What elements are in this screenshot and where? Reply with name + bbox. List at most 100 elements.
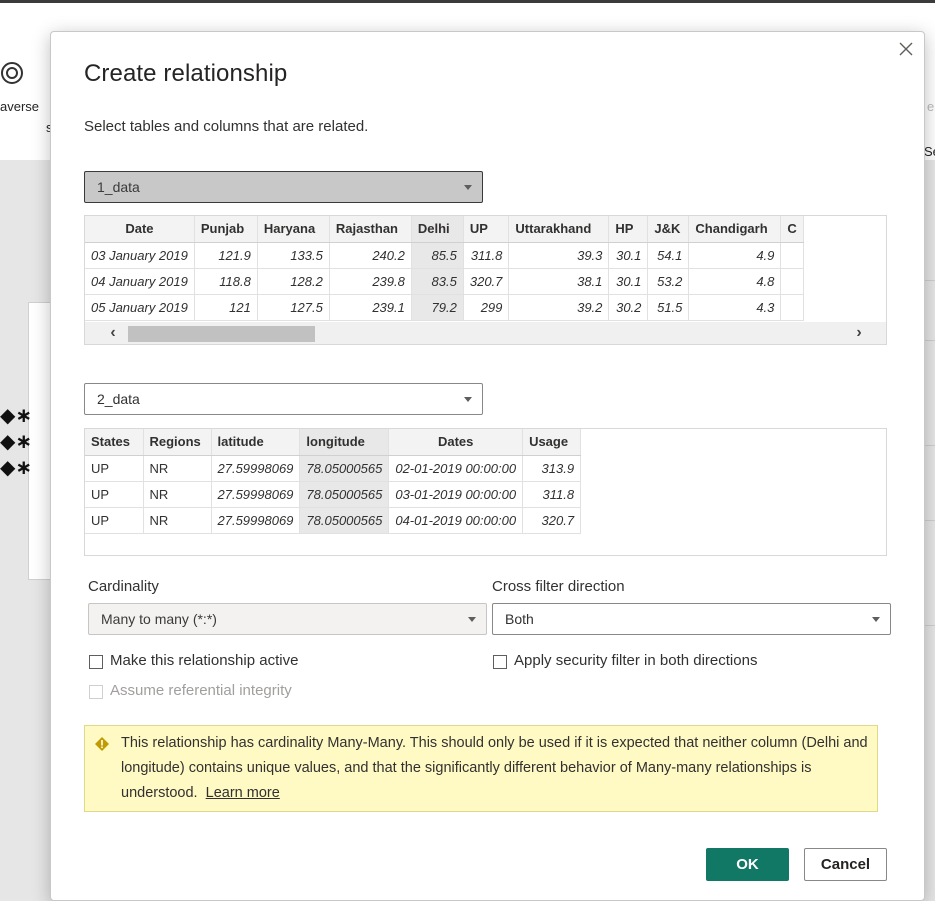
divider: [925, 340, 935, 341]
close-icon[interactable]: [896, 39, 916, 59]
chevron-down-icon: [464, 397, 472, 402]
table-cell: 03 January 2019: [85, 242, 195, 269]
table1-column-header[interactable]: Uttarakhand: [508, 216, 610, 243]
table-cell: 04-01-2019 00:00:00: [388, 507, 524, 534]
table-cell: 51.5: [647, 294, 690, 321]
table-cell: 53.2: [647, 268, 690, 295]
table-cell: 27.59998069: [211, 507, 301, 534]
table1-column-header[interactable]: Date: [85, 216, 195, 243]
scroll-left-icon[interactable]: ‹: [105, 325, 121, 341]
table-row: 04 January 2019 118.8 128.2 239.8 83.5 320.7 3…: [85, 268, 804, 295]
table1-grid: Date Punjab Haryana Rajasthan Delhi UP Uttarak…: [85, 216, 804, 321]
table-cell: 05 January 2019: [85, 294, 195, 321]
table-cell: 4.8: [688, 268, 782, 295]
chevron-down-icon: [872, 617, 880, 622]
table1-select[interactable]: 1_data: [84, 171, 483, 203]
table-cell: 320.7: [522, 507, 582, 534]
cross-filter-value: Both: [505, 611, 534, 627]
table-cell: 4.3: [688, 294, 782, 321]
table-cell: 30.1: [608, 242, 649, 269]
table-cell: 121.9: [194, 242, 258, 269]
table-cell: 39.2: [508, 294, 610, 321]
table2-column-header[interactable]: Dates: [388, 429, 524, 456]
table2-select[interactable]: 2_data: [84, 383, 483, 415]
dataverse-icon[interactable]: [0, 58, 30, 88]
table1-preview: Date Punjab Haryana Rajasthan Delhi UP Uttarak…: [84, 215, 887, 345]
table-cell: 30.1: [608, 268, 649, 295]
make-active-checkbox[interactable]: [89, 655, 103, 669]
table1-column-header[interactable]: Chandigarh: [688, 216, 782, 243]
table-cell: 240.2: [329, 242, 412, 269]
table-cell: NR: [143, 507, 212, 534]
table-cell: 121: [194, 294, 258, 321]
apply-security-label[interactable]: Apply security filter in both directions: [514, 652, 757, 669]
make-active-label[interactable]: Make this relationship active: [110, 652, 298, 669]
table1-column-header[interactable]: UP: [463, 216, 510, 243]
cross-filter-label: Cross filter direction: [492, 578, 625, 595]
apply-security-checkbox[interactable]: [493, 655, 507, 669]
chevron-down-icon: [468, 617, 476, 622]
table1-column-header[interactable]: J&K: [647, 216, 690, 243]
table-cell: 239.1: [329, 294, 412, 321]
dialog-title: Create relationship: [84, 60, 288, 87]
table-cell: 27.59998069: [211, 481, 301, 508]
table-cell: 78.05000565: [299, 507, 390, 534]
table-row: UP NR 27.59998069 78.05000565 03-01-2019 00:…: [85, 481, 582, 508]
scroll-right-icon[interactable]: ›: [851, 325, 867, 341]
table-cell: 313.9: [522, 455, 582, 482]
table-row: 05 January 2019 121 127.5 239.1 79.2 299 39.2 3…: [85, 294, 804, 321]
table-cell: 03-01-2019 00:00:00: [388, 481, 524, 508]
learn-more-link[interactable]: Learn more: [206, 785, 280, 801]
cardinality-value: Many to many (*:*): [101, 611, 217, 627]
table-cell: 299: [463, 294, 510, 321]
ribbon-right-fragment: er: [927, 99, 935, 114]
table-row: UP NR 27.59998069 78.05000565 02-01-2019 00:…: [85, 455, 582, 482]
key-star-icon: ◆∗: [0, 405, 33, 427]
cardinality-select[interactable]: Many to many (*:*): [88, 603, 487, 635]
table-cell: 127.5: [257, 294, 330, 321]
table-cell: 27.59998069: [211, 455, 301, 482]
table-cell: 128.2: [257, 268, 330, 295]
table-cell: 30.2: [608, 294, 649, 321]
table-cell: 133.5: [257, 242, 330, 269]
table-cell: 118.8: [194, 268, 258, 295]
table-cell: NR: [143, 455, 212, 482]
table-cell: UP: [85, 455, 144, 482]
chevron-down-icon: [464, 185, 472, 190]
table1-column-header[interactable]: C: [780, 216, 804, 243]
cardinality-warning: This relationship has cardinality Many-M…: [84, 725, 878, 812]
table1-column-header[interactable]: Haryana: [257, 216, 330, 243]
table2-column-header[interactable]: latitude: [211, 429, 301, 456]
assume-integrity-checkbox: [89, 685, 103, 699]
dialog-subtitle: Select tables and columns that are relat…: [84, 118, 369, 135]
ribbon-label-dataverse[interactable]: averse: [0, 99, 39, 114]
table1-column-header[interactable]: Delhi: [411, 216, 464, 243]
table-cell: 78.05000565: [299, 455, 390, 482]
ok-button[interactable]: OK: [706, 848, 789, 881]
table1-column-header[interactable]: Punjab: [194, 216, 258, 243]
table2-select-value: 2_data: [97, 391, 140, 407]
divider: [925, 445, 935, 446]
table-cell: [780, 294, 804, 321]
table-cell: 78.05000565: [299, 481, 390, 508]
warning-message: This relationship has cardinality Many-M…: [121, 731, 871, 806]
table1-column-header[interactable]: HP: [608, 216, 649, 243]
key-star-icon: ◆∗: [0, 457, 33, 479]
table-cell: 320.7: [463, 268, 510, 295]
scrollbar-thumb[interactable]: [128, 326, 315, 342]
key-star-icon: ◆∗: [0, 431, 33, 453]
table2-column-header[interactable]: Usage: [522, 429, 582, 456]
table2-column-header[interactable]: longitude: [299, 429, 390, 456]
table-row: UP NR 27.59998069 78.05000565 04-01-2019 00:…: [85, 507, 582, 534]
table-cell: 39.3: [508, 242, 610, 269]
cross-filter-select[interactable]: Both: [492, 603, 891, 635]
table2-column-header[interactable]: Regions: [143, 429, 212, 456]
table-row: 03 January 2019 121.9 133.5 240.2 85.5 311.8 3…: [85, 242, 804, 269]
cancel-button[interactable]: Cancel: [804, 848, 887, 881]
table-cell: 85.5: [411, 242, 464, 269]
table-cell: 4.9: [688, 242, 782, 269]
warning-icon: [95, 737, 109, 751]
table2-column-header[interactable]: States: [85, 429, 144, 456]
table1-column-header[interactable]: Rajasthan: [329, 216, 412, 243]
horizontal-scrollbar[interactable]: ‹ ›: [85, 322, 886, 344]
